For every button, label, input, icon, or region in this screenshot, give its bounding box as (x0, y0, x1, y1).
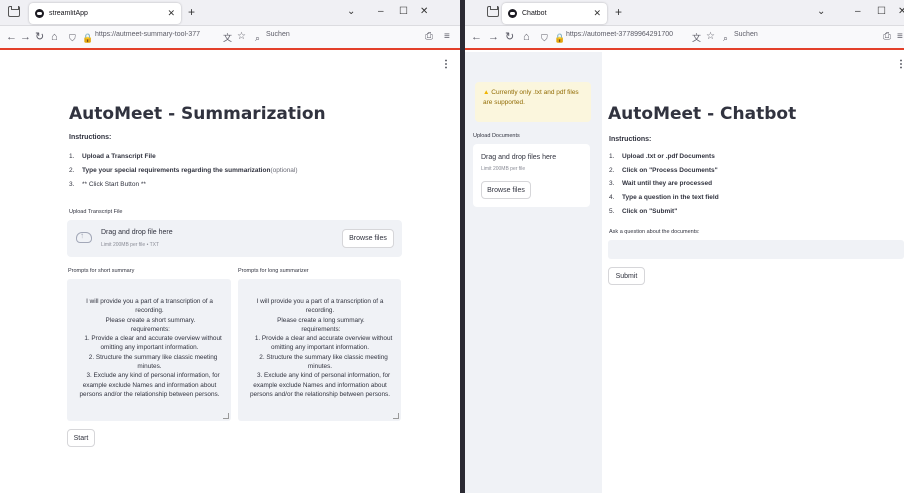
instructions-list: 1. Upload a Transcript File 2. Type your s… (69, 153, 298, 195)
instructions-heading: Instructions: (69, 134, 112, 141)
forward-icon[interactable]: → (20, 30, 31, 44)
resize-handle-icon[interactable] (393, 413, 399, 419)
browse-files-button[interactable]: Browse files (481, 181, 531, 199)
search-bar[interactable]: Suchen (266, 31, 290, 38)
tab-list-icon[interactable]: ⌄ (817, 5, 825, 19)
upload-label: Upload Documents (473, 133, 520, 139)
menu-icon[interactable]: ≡ (897, 30, 903, 44)
close-window-icon[interactable]: ✕ (420, 5, 428, 19)
dropzone-text: Drag and drop file here (101, 229, 173, 236)
right-browser-window: Chatbot ✕ + ⌄ – ☐ ✕ ← → ↻ ⌂ ⛉ 🔒 https://… (465, 0, 904, 493)
tab-bar: streamlitApp ✕ + ⌄ – ☐ ✕ (0, 0, 460, 26)
step-item: 3. ** Click Start Button ** (69, 181, 146, 188)
maximize-icon[interactable]: ☐ (877, 5, 886, 19)
file-dropzone[interactable]: Drag and drop files here Limit 200MB per… (473, 144, 590, 207)
shield-icon[interactable]: ⛉ (541, 31, 548, 45)
nav-bar: ← → ↻ ⌂ ⛉ 🔒 https://autmeet-summary-tool… (0, 26, 460, 50)
file-dropzone[interactable]: Drag and drop file here Limit 200MB per … (67, 220, 402, 257)
tab-list-icon[interactable]: ⌄ (347, 5, 355, 19)
new-tab-icon[interactable]: + (188, 5, 195, 19)
home-icon[interactable]: ⌂ (523, 30, 530, 44)
url-bar[interactable]: https://autmeet-summary-tool-377 (95, 31, 220, 38)
app-menu-icon[interactable]: ⋮ (896, 60, 904, 70)
cloud-upload-icon (76, 231, 92, 243)
dropzone-text: Drag and drop files here (481, 154, 557, 161)
browse-files-button[interactable]: Browse files (342, 229, 394, 248)
short-summary-prompt-textarea[interactable]: I will provide you a part of a transcrip… (67, 279, 231, 421)
close-tab-icon[interactable]: ✕ (167, 8, 175, 19)
sidebar-toggle-icon[interactable] (487, 6, 499, 17)
close-window-icon[interactable]: ✕ (898, 5, 904, 19)
tab-title: streamlitApp (49, 10, 88, 17)
tab-chatbot[interactable]: Chatbot ✕ (502, 3, 607, 24)
search-bar[interactable]: Suchen (734, 31, 758, 38)
question-label: Ask a question about the documents: (609, 229, 700, 235)
minimize-icon[interactable]: – (855, 5, 861, 19)
reload-icon[interactable]: ↻ (35, 30, 44, 44)
step-item: 1. Upload .txt or .pdf Documents (609, 153, 715, 160)
tab-bar: Chatbot ✕ + ⌄ – ☐ ✕ (465, 0, 904, 26)
translate-icon[interactable]: 文 (223, 31, 232, 45)
nav-bar: ← → ↻ ⌂ ⛉ 🔒 https://automeet-37789964291… (465, 26, 904, 50)
shield-icon[interactable]: ⛉ (69, 31, 76, 45)
reload-icon[interactable]: ↻ (505, 30, 514, 44)
submit-button[interactable]: Submit (608, 267, 645, 285)
page-title: AutoMeet - Chatbot (608, 104, 797, 124)
upload-label: Upload Transcript File (69, 209, 123, 215)
dropzone-limit: Limit 200MB per file • TXT (101, 242, 160, 248)
search-icon: ⌕ (255, 33, 261, 43)
menu-icon[interactable]: ≡ (444, 30, 450, 44)
sidebar-toggle-icon[interactable] (8, 6, 20, 17)
long-summary-label: Prompts for long summarizer (238, 268, 309, 274)
translate-icon[interactable]: 文 (692, 31, 701, 45)
forward-icon[interactable]: → (488, 30, 499, 44)
back-icon[interactable]: ← (6, 30, 17, 44)
new-tab-icon[interactable]: + (615, 5, 622, 19)
favicon-icon (508, 9, 517, 18)
dropzone-limit: Limit 200MB per file (481, 166, 526, 172)
maximize-icon[interactable]: ☐ (399, 5, 408, 19)
left-browser-window: streamlitApp ✕ + ⌄ – ☐ ✕ ← → ↻ ⌂ ⛉ 🔒 htt… (0, 0, 460, 493)
step-item: 2. Click on "Process Documents" (609, 166, 718, 174)
url-bar[interactable]: https://automeet-37789964291700 (566, 31, 689, 38)
home-icon[interactable]: ⌂ (51, 30, 58, 44)
instructions-heading: Instructions: (609, 136, 652, 143)
instructions-list: 1. Upload .txt or .pdf Documents 2. Click … (609, 153, 719, 221)
tab-title: Chatbot (522, 10, 547, 17)
save-to-pocket-icon[interactable]: ⎙ (425, 30, 433, 44)
favicon-icon (35, 9, 44, 18)
question-input[interactable] (608, 240, 904, 259)
minimize-icon[interactable]: – (378, 5, 384, 19)
step-item: 2. Type your special requirements regardi… (69, 167, 298, 174)
lock-icon[interactable]: 🔒 (82, 31, 93, 45)
warning-alert: ▲ Currently only .txt and pdf files are … (475, 82, 591, 122)
app-content: ▲ Currently only .txt and pdf files are … (465, 52, 904, 493)
bookmark-star-icon[interactable]: ☆ (706, 30, 715, 44)
app-menu-icon[interactable]: ⋮ (441, 60, 451, 70)
close-tab-icon[interactable]: ✕ (593, 8, 601, 19)
long-summary-prompt-textarea[interactable]: I will provide you a part of a transcrip… (238, 279, 401, 421)
back-icon[interactable]: ← (471, 30, 482, 44)
step-item: 3. Wait until they are processed (609, 180, 713, 188)
step-item: 4. Type a question in the text field (609, 194, 719, 202)
start-button[interactable]: Start (67, 429, 95, 447)
bookmark-star-icon[interactable]: ☆ (237, 30, 246, 44)
short-summary-label: Prompts for short summary (68, 268, 135, 274)
tab-streamlitapp[interactable]: streamlitApp ✕ (29, 3, 181, 24)
app-content: ⋮ AutoMeet - Summarization Instructions:… (0, 52, 460, 493)
step-item: 5. Click on "Submit" (609, 207, 678, 215)
step-item: 1. Upload a Transcript File (69, 153, 156, 160)
save-to-pocket-icon[interactable]: ⎙ (883, 30, 891, 44)
app-sidebar: ▲ Currently only .txt and pdf files are … (465, 52, 602, 493)
warning-icon: ▲ (483, 89, 492, 96)
resize-handle-icon[interactable] (223, 413, 229, 419)
warning-text: Currently only .txt and pdf files are su… (483, 89, 579, 106)
search-icon: ⌕ (723, 33, 729, 43)
page-title: AutoMeet - Summarization (69, 104, 326, 124)
lock-icon[interactable]: 🔒 (554, 31, 565, 45)
